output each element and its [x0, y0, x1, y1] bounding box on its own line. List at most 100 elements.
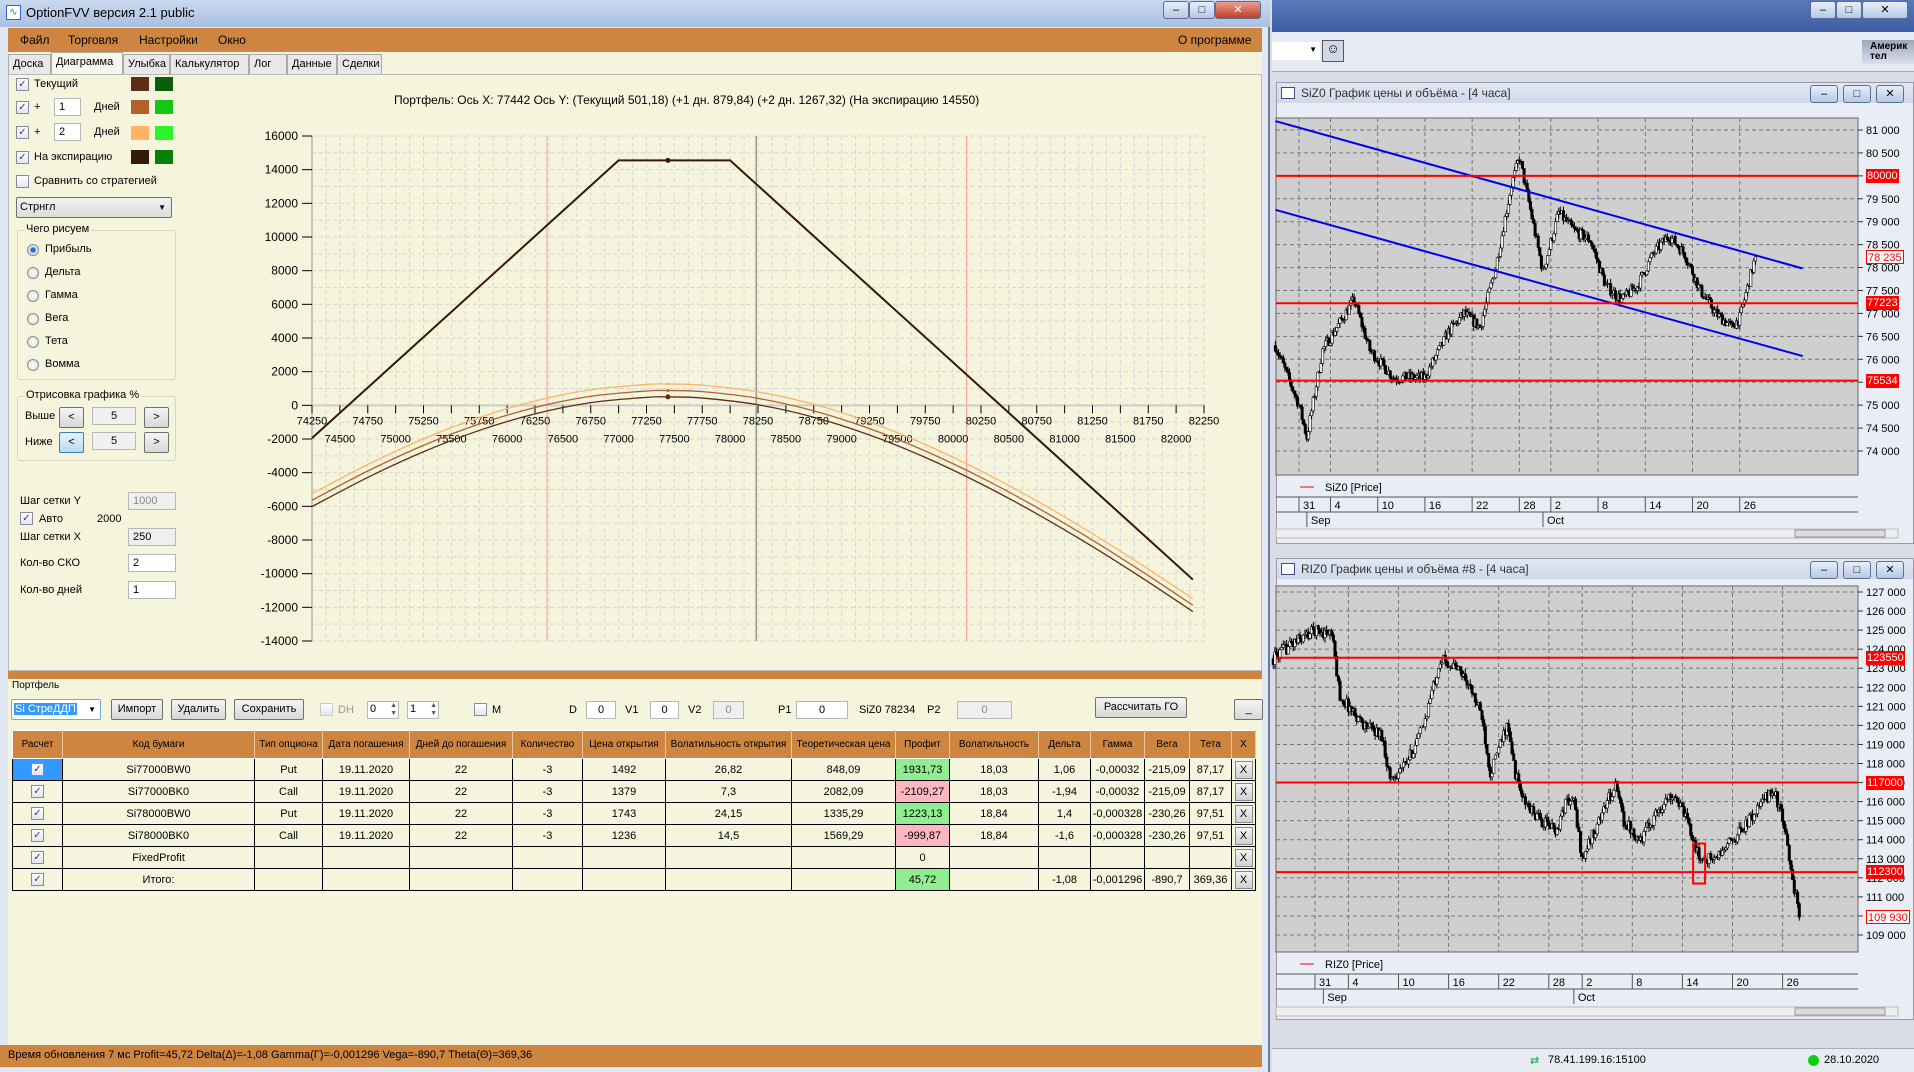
candle [1412, 753, 1416, 759]
scrollbar-thumb[interactable] [1794, 1007, 1886, 1016]
candle [1752, 814, 1756, 821]
candle [1584, 851, 1588, 859]
candle [1593, 248, 1597, 253]
y-tick-label: 76 500 [1866, 331, 1900, 343]
candle [1660, 809, 1664, 813]
candle [1415, 738, 1419, 746]
candle [1314, 386, 1318, 397]
connection-status-icon [1808, 1055, 1819, 1066]
network-icon: ⇄ [1530, 1055, 1540, 1067]
candle [1486, 291, 1490, 303]
candle [1427, 703, 1431, 718]
plot-area[interactable] [1275, 117, 1859, 476]
candle [1509, 187, 1513, 196]
candle [1689, 823, 1693, 836]
y-tick-label: 119 000 [1866, 739, 1905, 751]
candle [1495, 257, 1499, 270]
y-tick-label: 126 000 [1866, 606, 1906, 618]
candle [1418, 727, 1422, 734]
candle [1352, 296, 1356, 303]
y-tick-label: 115 000 [1866, 816, 1905, 828]
candle [1357, 305, 1361, 314]
candle [1382, 359, 1386, 366]
candle [1500, 235, 1504, 249]
x-tick-label: 10 [1382, 500, 1394, 512]
candle [1388, 370, 1392, 379]
candle [1569, 220, 1573, 225]
candle [1676, 245, 1680, 249]
candle [1797, 903, 1801, 918]
candle [1306, 431, 1310, 440]
x-tick-label: 20 [1737, 977, 1749, 989]
candle [1328, 342, 1332, 346]
level-price-tag: 117000 [1866, 775, 1904, 790]
candle [1273, 345, 1277, 352]
candle [1545, 817, 1549, 822]
candle [1546, 255, 1550, 265]
candle [1363, 328, 1367, 339]
candle [1662, 803, 1666, 811]
candle [1782, 821, 1786, 830]
candle [1532, 806, 1536, 814]
candle [1436, 349, 1440, 356]
candle [1310, 410, 1314, 417]
candle [1620, 802, 1624, 812]
candle [1478, 702, 1482, 711]
candle [1538, 247, 1542, 257]
candle [1639, 274, 1643, 289]
candle [1397, 772, 1401, 779]
x-tick-label: 26 [1744, 500, 1756, 512]
last-price-tag: 109 930 [1866, 910, 1910, 925]
candle [1294, 393, 1298, 397]
candle [1645, 270, 1649, 275]
level-price-tag: 123550 [1866, 650, 1905, 665]
candle [1498, 247, 1502, 257]
level-price-tag: 80000 [1866, 168, 1899, 183]
candle [1791, 869, 1795, 881]
candle [1684, 257, 1688, 263]
candle [1492, 758, 1496, 774]
month-label: Oct [1578, 992, 1595, 1004]
x-tick-label: 22 [1476, 500, 1488, 512]
candle [1530, 209, 1534, 220]
candle [1503, 216, 1507, 233]
connection-address: 78.41.199.16:15100 [1548, 1054, 1646, 1066]
x-tick-label: 14 [1686, 977, 1698, 989]
candle [1596, 258, 1600, 262]
candle [1544, 263, 1548, 269]
legend-label: RIZ0 [Price] [1325, 959, 1383, 971]
last-price-tag: 78 235 [1866, 249, 1904, 264]
candle [1383, 740, 1387, 758]
candle [1574, 798, 1578, 810]
candle [1781, 808, 1785, 822]
candle [1316, 625, 1320, 630]
candle [1371, 725, 1375, 730]
candle [1291, 386, 1295, 392]
candle [1725, 843, 1729, 849]
candle [1609, 283, 1613, 296]
scrollbar-thumb[interactable] [1794, 529, 1886, 538]
candle [1632, 828, 1636, 838]
candle [1786, 833, 1790, 846]
y-tick-label: 122 000 [1866, 682, 1906, 694]
candle [1528, 200, 1532, 210]
candle [1442, 336, 1446, 346]
candle [1739, 306, 1743, 314]
x-tick-label: 8 [1636, 977, 1642, 989]
candle [1333, 331, 1337, 336]
candle [1481, 315, 1485, 327]
candle [1341, 699, 1345, 705]
y-tick-label: 74 500 [1866, 423, 1900, 435]
candle [1353, 708, 1357, 717]
candle [1602, 274, 1606, 286]
candle [1571, 224, 1575, 228]
candle [1288, 372, 1292, 381]
candle [1358, 313, 1362, 318]
candle [1347, 304, 1351, 315]
candle [1281, 357, 1285, 364]
candle [1520, 790, 1524, 797]
candle [1540, 819, 1544, 828]
candle [1590, 241, 1594, 247]
candle [1324, 340, 1328, 347]
candle [1744, 292, 1748, 301]
